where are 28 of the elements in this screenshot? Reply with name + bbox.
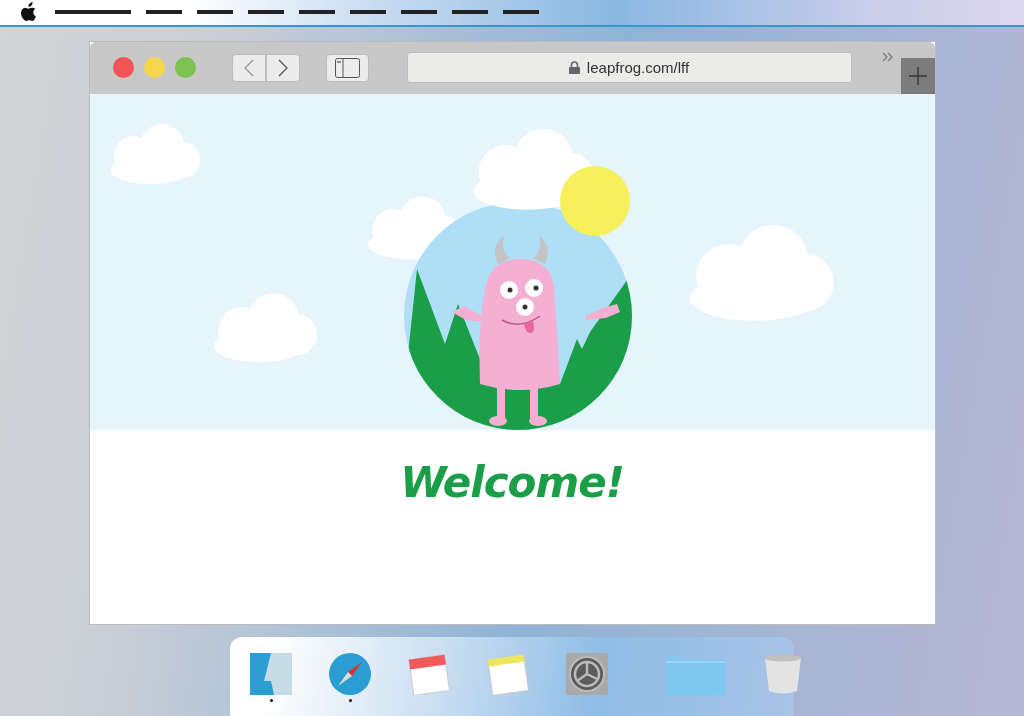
calendar-icon[interactable] [408, 652, 450, 695]
apple-logo-icon[interactable] [21, 2, 38, 23]
sun [559, 165, 630, 236]
lock-icon [568, 61, 580, 75]
url-text: leapfrog.com/lff [586, 59, 690, 77]
menu-item-placeholder[interactable] [350, 10, 386, 15]
finder-icon[interactable] [250, 652, 292, 695]
menu-item-placeholder[interactable] [248, 10, 284, 15]
address-bar[interactable]: leapfrog.com/lff [406, 52, 852, 84]
menu-item-placeholder[interactable] [503, 10, 539, 15]
running-indicator [348, 698, 352, 702]
welcome-heading: Welcome! [400, 457, 624, 509]
sidebar-button[interactable] [325, 53, 369, 82]
menu-item-placeholder[interactable] [452, 10, 488, 15]
running-indicator [269, 698, 273, 702]
chevron-left-icon [243, 58, 254, 77]
chevron-right-icon [277, 58, 288, 77]
menu-item-placeholder[interactable] [299, 10, 335, 15]
compass-icon[interactable] [329, 652, 371, 695]
new-tab-button[interactable] [900, 57, 935, 94]
double-chevron-icon[interactable] [881, 51, 894, 62]
settings-icon[interactable] [566, 652, 608, 695]
menu-item-placeholder[interactable] [55, 10, 131, 15]
menu-item-placeholder[interactable] [401, 10, 437, 15]
menu-item-placeholder[interactable] [146, 10, 182, 15]
close-window-button[interactable] [112, 57, 134, 79]
plus-icon [908, 66, 927, 85]
menu-item-placeholder[interactable] [197, 10, 233, 15]
